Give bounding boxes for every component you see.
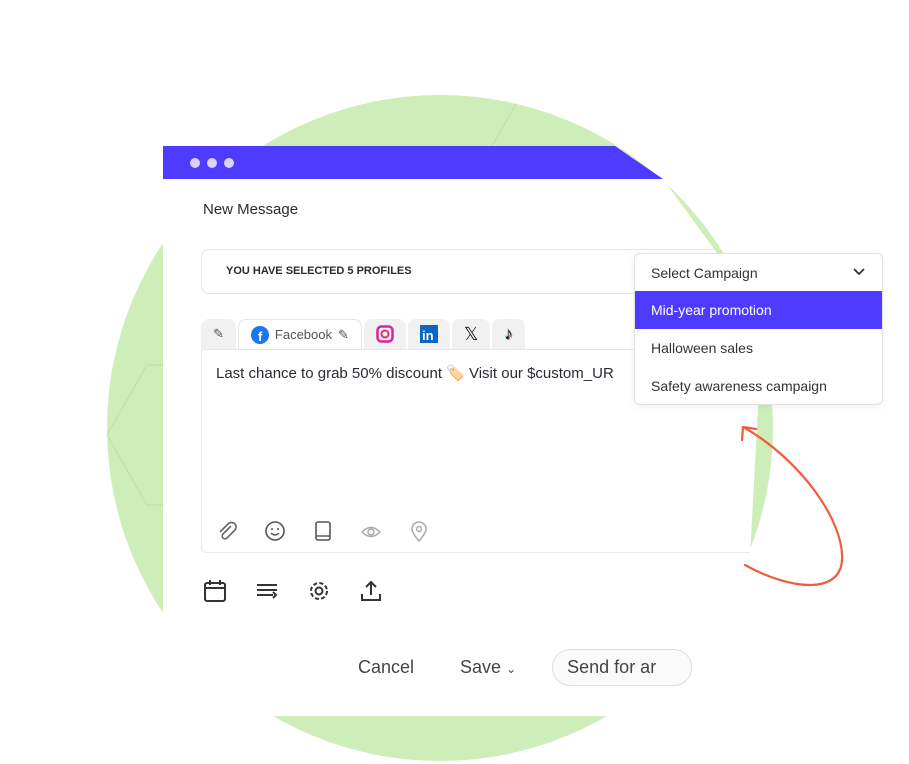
message-window: New Message YOU HAVE SELECTED 5 PROFILES… [163,146,763,716]
location-pin-icon[interactable] [408,520,430,542]
facebook-icon: f [250,325,269,344]
chevron-down-icon: ⌄ [506,662,517,676]
campaign-placeholder: Select Campaign [651,265,758,281]
tab-instagram[interactable] [363,319,406,349]
svg-text:f: f [258,329,263,344]
save-label: Save [460,657,502,677]
tab-facebook[interactable]: f Facebook ✎ [237,319,362,349]
tab-tiktok[interactable]: ♪ [492,319,525,349]
editor-toolbar [216,520,430,542]
curved-arrow-icon [740,425,844,587]
campaign-dropdown[interactable]: Select Campaign Mid-year promotion Hallo… [634,253,883,405]
window-dot [190,158,200,168]
linkedin-icon: in [419,325,438,343]
tab-x[interactable]: 𝕏 [451,319,491,349]
cancel-button[interactable]: Cancel [358,657,414,678]
tab-linkedin[interactable]: in [407,319,450,349]
message-text[interactable]: Last chance to grab 50% discount 🏷️ Visi… [216,364,614,382]
action-bar: Cancel Save ⌄ Send for ar [358,649,693,686]
options-toolbar [203,579,383,603]
eye-icon[interactable] [360,520,382,542]
calendar-icon[interactable] [203,579,227,603]
chevron-down-icon [853,268,865,276]
tiktok-icon: ♪ [504,324,513,343]
paperclip-icon[interactable] [216,520,238,542]
tab-edit-all[interactable]: ✎ [201,319,236,349]
pencil-icon: ✎ [338,326,349,342]
gear-icon[interactable] [307,579,331,603]
smiley-icon[interactable] [264,520,286,542]
reorder-icon[interactable] [255,579,279,603]
window-dot [207,158,217,168]
send-for-approval-button[interactable]: Send for ar [552,649,693,686]
pencil-icon: ✎ [213,326,224,341]
save-button[interactable]: Save ⌄ [460,657,516,678]
campaign-option[interactable]: Halloween sales [635,329,882,367]
window-dot [224,158,234,168]
book-icon[interactable] [312,520,334,542]
campaign-select[interactable]: Select Campaign [635,254,882,291]
campaign-option[interactable]: Mid-year promotion [635,291,882,329]
campaign-option[interactable]: Safety awareness campaign [635,367,882,404]
network-tabs: ✎ f Facebook ✎ in 𝕏 ♪ [201,319,527,349]
x-icon: 𝕏 [463,323,479,344]
instagram-icon [376,325,394,343]
tab-label: Facebook [274,327,332,342]
upload-icon[interactable] [359,579,383,603]
svg-text:in: in [422,328,434,343]
page-title: New Message [203,201,299,218]
